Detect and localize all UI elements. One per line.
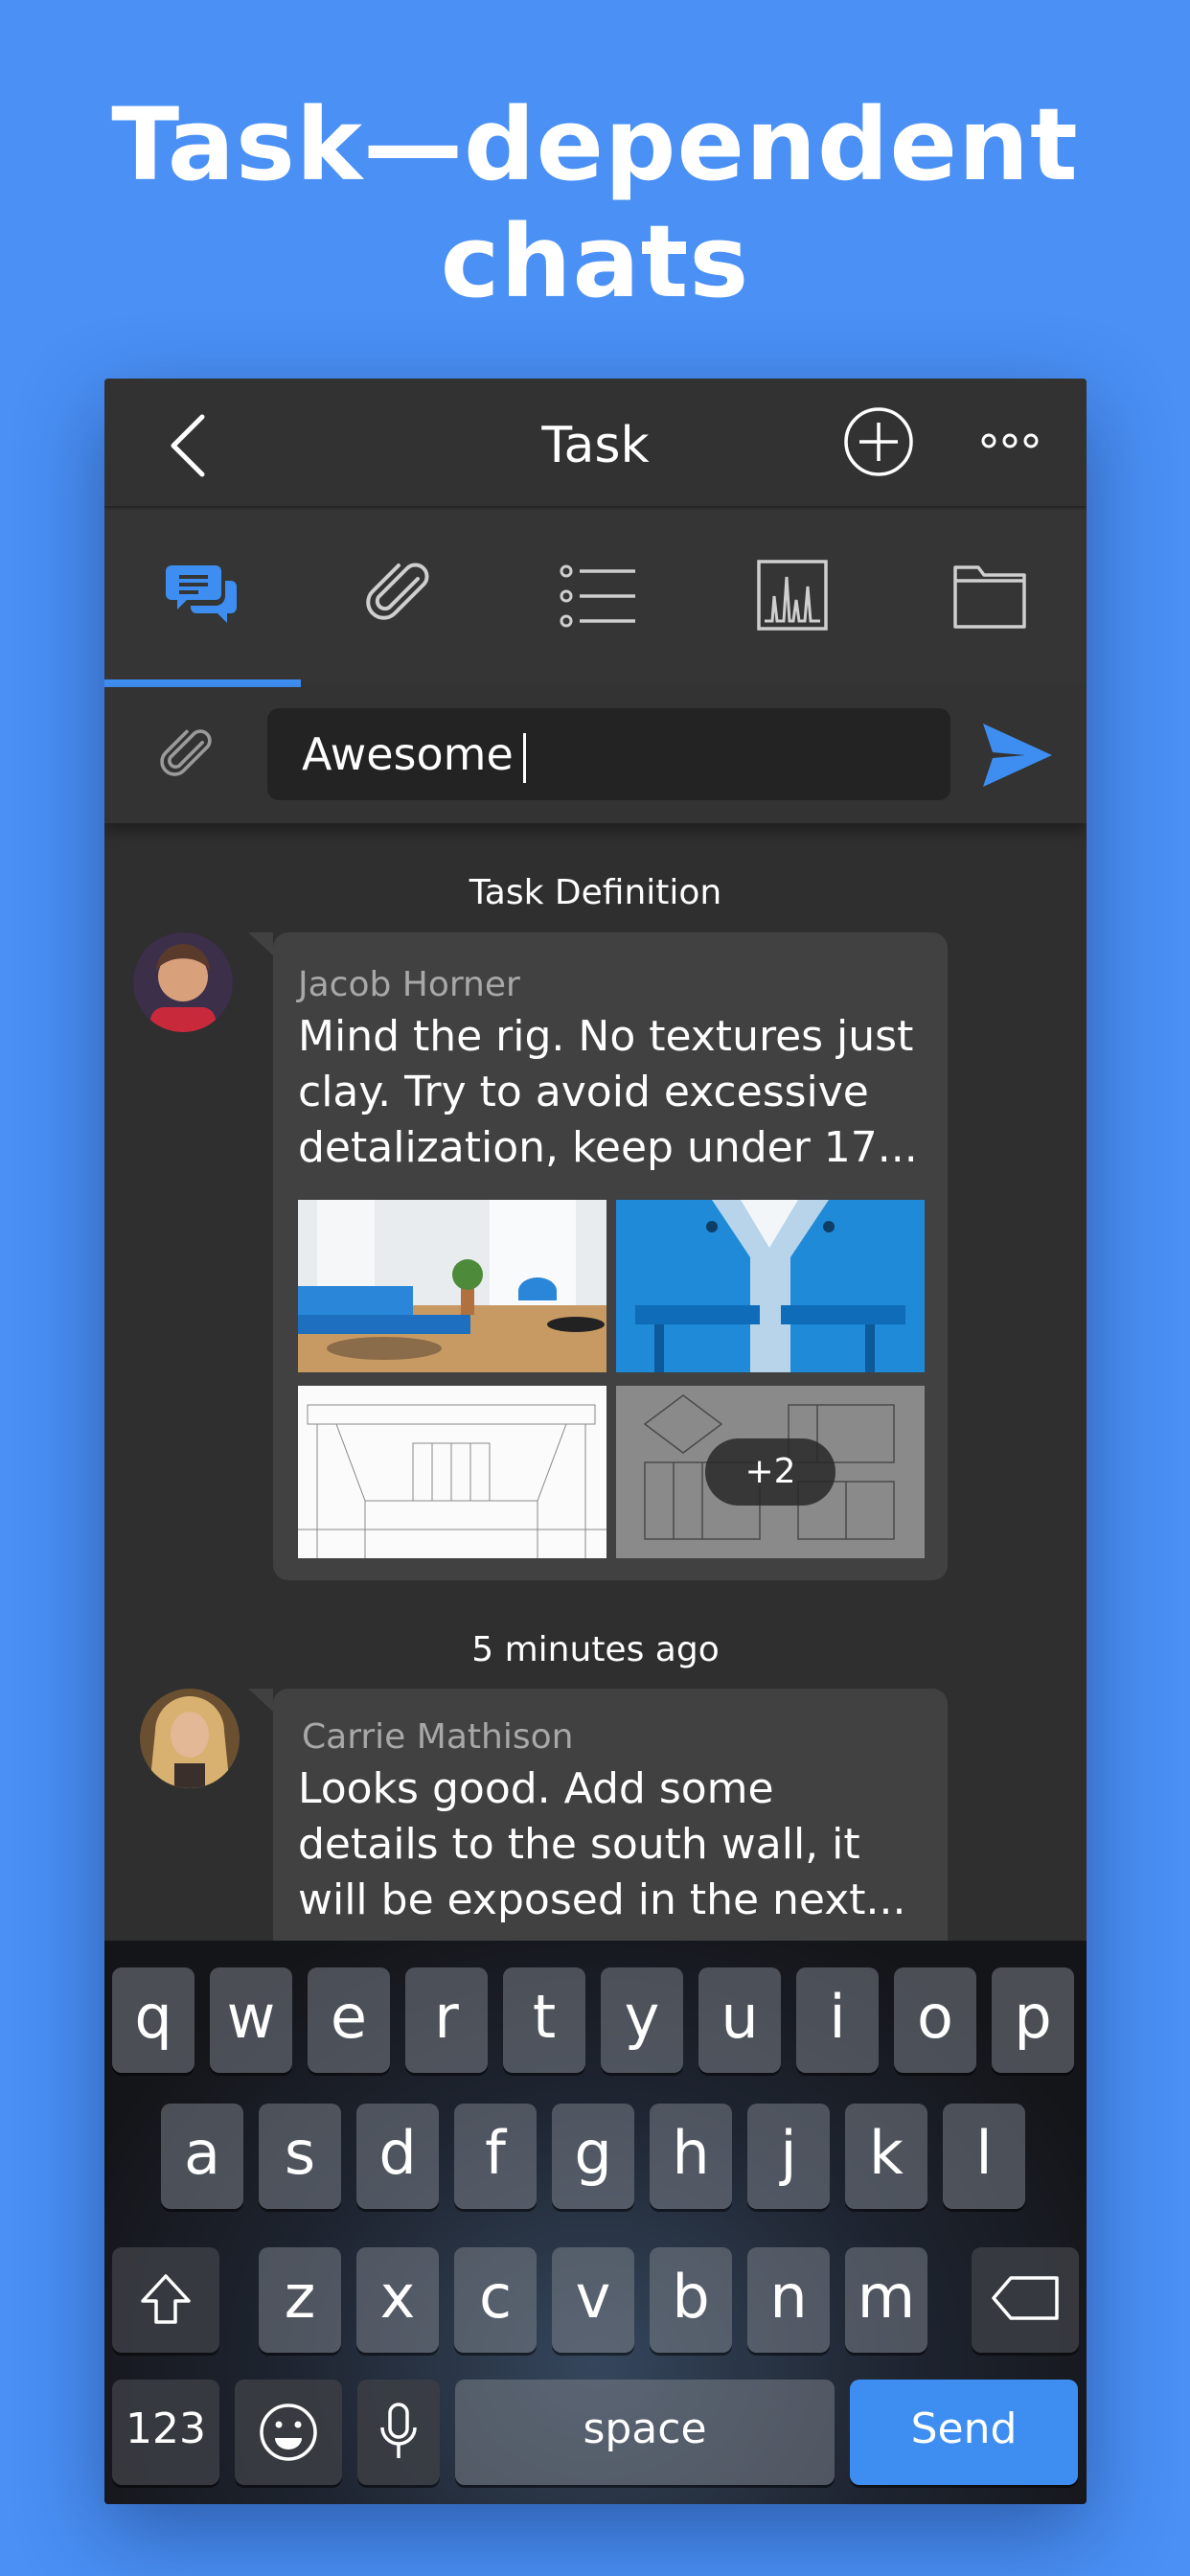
key-d[interactable]: d	[356, 2104, 439, 2209]
backspace-key[interactable]	[972, 2247, 1079, 2353]
key-i[interactable]: i	[796, 1967, 879, 2073]
page-title: Task	[541, 417, 650, 474]
message-text: Looks good. Add some details to the sout…	[298, 1764, 906, 1924]
message-input[interactable]: Awesome	[267, 708, 950, 800]
more-images-badge[interactable]: +2	[705, 1438, 835, 1506]
tab-attachments[interactable]	[301, 510, 497, 687]
emoji-key[interactable]	[235, 2380, 342, 2485]
bubble-tail	[248, 1689, 273, 1712]
send-arrow-icon	[983, 724, 1052, 787]
image-thumbnail[interactable]	[616, 1200, 925, 1372]
key-y[interactable]: y	[601, 1967, 683, 2073]
key-k[interactable]: k	[845, 2104, 927, 2209]
section-label: Task Definition	[469, 873, 722, 912]
key-s[interactable]: s	[259, 2104, 341, 2209]
key-p[interactable]: p	[992, 1967, 1074, 2073]
emoji-icon	[260, 2404, 317, 2461]
active-tab-indicator	[104, 679, 301, 687]
text-cursor	[522, 732, 526, 783]
message-text: Mind the rig. No textures just clay. Try…	[298, 1012, 918, 1172]
key-r[interactable]: r	[405, 1967, 488, 2073]
avatar[interactable]	[140, 1689, 240, 1788]
plus-circle-icon	[844, 407, 913, 476]
bubble-tail	[248, 932, 273, 955]
key-v[interactable]: v	[552, 2247, 634, 2353]
key-l[interactable]: l	[943, 2104, 1025, 2209]
ellipsis-icon	[981, 433, 1039, 448]
tab-chat[interactable]	[104, 510, 301, 687]
keyboard-send-key[interactable]: Send	[850, 2380, 1078, 2485]
app-window: Task Awesome Task Definition Jacob Horne…	[104, 379, 1087, 2504]
key-z[interactable]: z	[259, 2247, 341, 2353]
key-t[interactable]: t	[503, 1967, 585, 2073]
numbers-key[interactable]: 123	[112, 2380, 219, 2485]
attach-button[interactable]	[157, 725, 219, 788]
headline-line-2: chats	[440, 203, 750, 320]
shift-key[interactable]	[112, 2247, 219, 2353]
key-e[interactable]: e	[308, 1967, 390, 2073]
avatar[interactable]	[133, 932, 233, 1032]
shift-arrow-icon	[141, 2274, 191, 2324]
chart-icon	[757, 560, 828, 631]
message-author: Jacob Horner	[298, 965, 520, 1004]
add-button[interactable]	[842, 405, 915, 478]
image-thumbnail[interactable]	[298, 1386, 606, 1558]
key-n[interactable]: n	[747, 2247, 830, 2353]
key-g[interactable]: g	[552, 2104, 634, 2209]
microphone-key[interactable]	[357, 2380, 440, 2485]
key-o[interactable]: o	[894, 1967, 976, 2073]
key-u[interactable]: u	[698, 1967, 781, 2073]
timestamp-label: 5 minutes ago	[471, 1630, 720, 1669]
key-c[interactable]: c	[454, 2247, 537, 2353]
list-icon	[560, 564, 635, 628]
image-thumbnail[interactable]: +2	[616, 1386, 925, 1558]
message-bubble[interactable]: Jacob Horner Mind the rig. No textures j…	[273, 932, 948, 1580]
key-h[interactable]: h	[650, 2104, 732, 2209]
more-options-button[interactable]	[981, 417, 1039, 465]
folder-icon	[953, 565, 1026, 629]
tab-analytics[interactable]	[694, 510, 890, 687]
key-f[interactable]: f	[454, 2104, 537, 2209]
chat-thread: Task Definition Jacob Horner Mind the ri…	[104, 823, 1087, 1995]
backspace-icon	[992, 2276, 1059, 2320]
tab-bar	[104, 510, 1087, 687]
key-q[interactable]: q	[112, 1967, 195, 2073]
send-button[interactable]	[979, 720, 1054, 791]
microphone-icon	[380, 2403, 417, 2458]
space-key[interactable]: space	[455, 2380, 835, 2485]
tab-files[interactable]	[890, 510, 1087, 687]
key-x[interactable]: x	[356, 2247, 439, 2353]
key-w[interactable]: w	[210, 1967, 292, 2073]
key-b[interactable]: b	[650, 2247, 732, 2353]
key-j[interactable]: j	[747, 2104, 830, 2209]
headline-line-1: Task—dependent	[111, 86, 1079, 203]
message-composer: Awesome	[104, 687, 1087, 823]
message-input-value: Awesome	[302, 728, 514, 780]
keyboard: q w e r t y u i o p a s d f g h j k l z …	[104, 1941, 1087, 2504]
message-author: Carrie Mathison	[302, 1717, 574, 1757]
key-a[interactable]: a	[161, 2104, 243, 2209]
navigation-bar: Task	[104, 379, 1087, 508]
paperclip-icon	[160, 729, 212, 776]
tab-list[interactable]	[497, 510, 694, 687]
image-thumbnail[interactable]	[298, 1200, 606, 1372]
paperclip-icon	[366, 563, 429, 620]
key-m[interactable]: m	[845, 2247, 927, 2353]
chat-bubbles-icon	[166, 565, 237, 623]
headline: Task—dependent chats	[0, 86, 1190, 320]
